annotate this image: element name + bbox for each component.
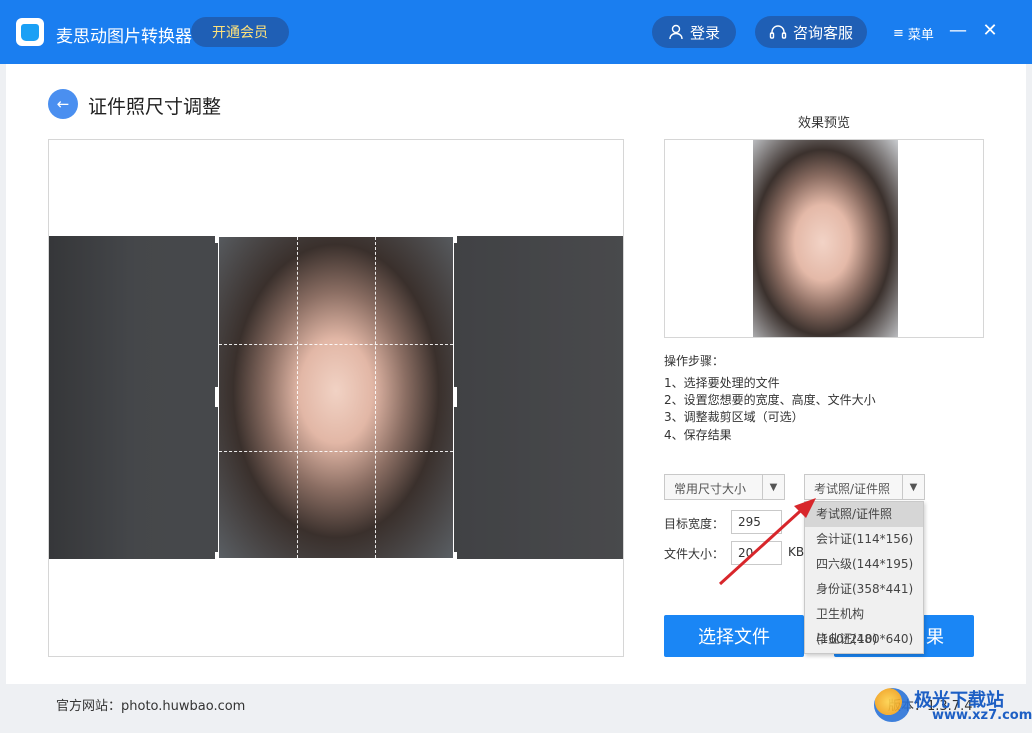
step-item: 2、设置您想要的宽度、高度、文件大小 <box>664 393 876 407</box>
crop-outside-left <box>49 236 218 559</box>
user-icon <box>669 24 683 40</box>
crop-handle-bottom-right[interactable] <box>453 552 457 562</box>
service-label: 咨询客服 <box>792 23 853 42</box>
menu-button[interactable]: ≡ 菜单 <box>893 24 934 43</box>
grid-line <box>375 237 376 558</box>
crop-editor[interactable] <box>48 139 624 657</box>
crop-handle-top-left[interactable] <box>215 233 219 243</box>
menu-label: 菜单 <box>907 28 934 43</box>
vip-button[interactable]: 开通会员 <box>191 17 289 47</box>
login-label: 登录 <box>689 23 720 42</box>
preview-photo <box>753 140 898 337</box>
page-title: 证件照尺寸调整 <box>88 96 222 118</box>
watermark-url: www.xz7.com <box>932 708 1032 723</box>
crop-handle-left[interactable] <box>215 387 219 407</box>
preview-box <box>664 139 984 338</box>
login-button[interactable]: 登录 <box>652 16 736 48</box>
crop-handle-right[interactable] <box>453 387 457 407</box>
close-button[interactable]: ✕ <box>980 20 1000 41</box>
watermark-logo-icon <box>874 688 910 722</box>
app-logo-icon <box>16 18 44 46</box>
headset-icon <box>769 25 787 39</box>
app-title: 麦思动图片转换器 <box>56 27 192 47</box>
filesize-label: 文件大小： <box>664 547 725 561</box>
crop-outside-right <box>454 236 623 559</box>
preview-caption: 效果预览 <box>797 116 850 131</box>
steps-title: 操作步骤： <box>664 354 725 368</box>
customer-service-button[interactable]: 咨询客服 <box>755 16 867 48</box>
site-watermark: 极光下载站 www.xz7.com <box>874 686 1032 726</box>
crop-handle-bottom-left[interactable] <box>215 552 219 562</box>
width-label: 目标宽度： <box>664 517 725 531</box>
back-arrow-icon[interactable]: ← <box>48 89 78 119</box>
grid-line <box>219 344 453 345</box>
step-item: 3、调整裁剪区域（可选） <box>664 410 804 424</box>
grid-line <box>297 237 298 558</box>
crop-area[interactable] <box>215 233 457 562</box>
minimize-button[interactable]: — <box>948 20 968 41</box>
title-bar: 麦思动图片转换器 开通会员 登录 咨询客服 ≡ 菜单 — ✕ <box>0 0 1032 64</box>
dropdown-option[interactable]: 卫生机构(160*210) <box>805 602 923 646</box>
hamburger-icon: ≡ <box>893 26 904 41</box>
crop-handle-top-right[interactable] <box>453 233 457 243</box>
step-item: 1、选择要处理的文件 <box>664 376 780 390</box>
step-item: 4、保存结果 <box>664 428 732 442</box>
annotation-arrow-icon <box>718 498 816 586</box>
choose-file-button[interactable]: 选择文件 <box>664 615 804 657</box>
grid-line <box>219 451 453 452</box>
official-website: 官方网站：photo.huwbao.com <box>56 699 246 714</box>
dropdown-option[interactable]: 毕业证(480*640) <box>805 627 923 652</box>
dropdown-arrow-icon[interactable]: ▼ <box>902 475 924 499</box>
